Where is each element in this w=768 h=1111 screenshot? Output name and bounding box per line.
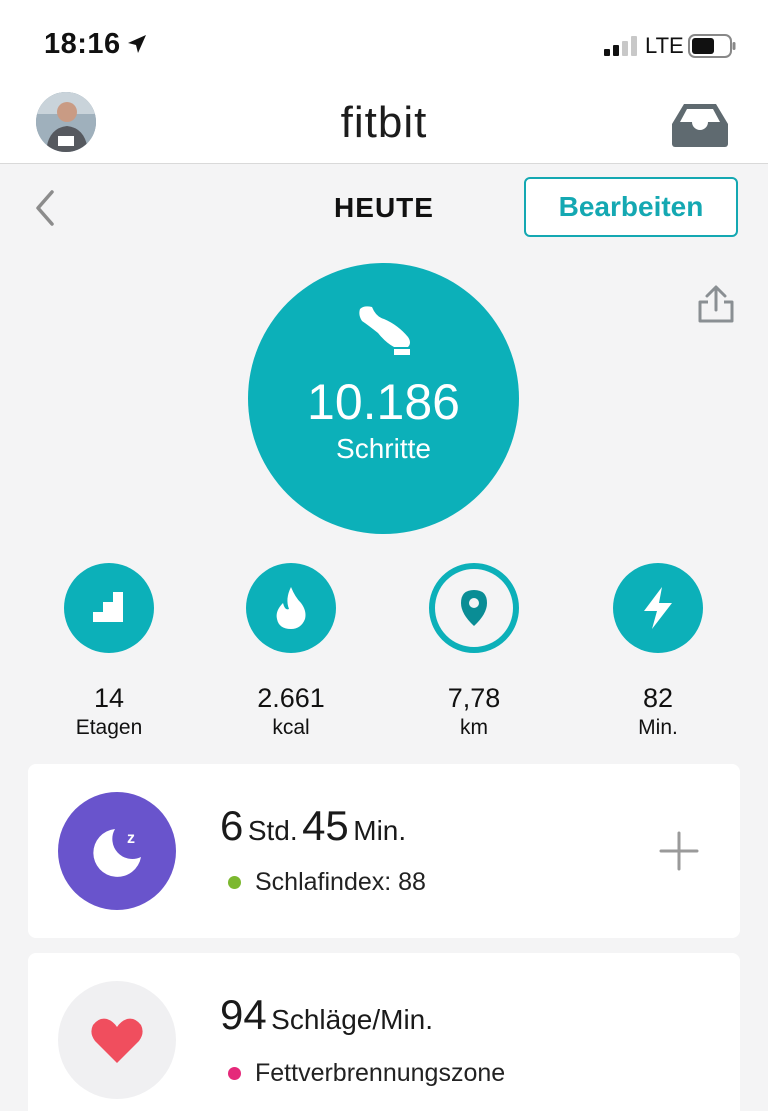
edit-button[interactable]: Bearbeiten [524, 177, 738, 237]
stat-label: Etagen [75, 716, 143, 739]
moon-icon: z [93, 829, 141, 877]
stat-calories-circle [246, 563, 336, 653]
sleep-hours-unit: Std. [247, 815, 298, 846]
status-time: 18:16 [44, 28, 121, 60]
steps-value: 10.186 [307, 374, 460, 430]
share-icon[interactable] [694, 284, 738, 324]
stat-value: 14 [93, 683, 125, 713]
heart-zone-dot [228, 1067, 241, 1080]
sleep-score-dot [228, 876, 241, 889]
stat-label: km [460, 716, 488, 739]
heart-zone-text: Fettverbrennungszone [255, 1059, 506, 1087]
stat-active-minutes[interactable]: 82 Min. [578, 563, 738, 740]
sleep-icon-circle: z [58, 792, 176, 910]
stat-label: kcal [272, 716, 310, 739]
sleep-card[interactable]: z 6 Std. 45 Min. Schlafindex: 88 [28, 764, 740, 938]
stat-distance-circle [429, 563, 519, 653]
status-bar: 18:16 LTE [0, 0, 768, 80]
heart-unit: Schläge/Min. [271, 1004, 434, 1035]
steps-tile[interactable]: 10.186 Schritte [248, 263, 519, 534]
shoe-icon [359, 306, 410, 355]
network-type: LTE [645, 33, 684, 58]
heart-rate: 94 Schläge/Min. [220, 991, 433, 1039]
lightning-icon [644, 587, 672, 629]
flame-icon [276, 587, 306, 629]
steps-label: Schritte [336, 433, 431, 464]
stat-value: 82 [642, 683, 674, 713]
stat-label: Min. [638, 716, 678, 739]
heart-rate-card[interactable]: 94 Schläge/Min. Fettverbrennungszone [28, 953, 740, 1111]
heart-zone: Fettverbrennungszone [228, 1059, 505, 1088]
sleep-minutes: 45 [302, 802, 349, 849]
stat-value: 7,78 [447, 683, 501, 713]
heart-bpm: 94 [220, 991, 267, 1038]
stat-value: 2.661 [257, 683, 325, 713]
stat-calories[interactable]: 2.661 kcal [211, 563, 371, 740]
sleep-duration: 6 Std. 45 Min. [220, 802, 406, 850]
location-arrow-icon [128, 35, 146, 53]
battery-icon [688, 34, 736, 58]
stat-active-minutes-circle [613, 563, 703, 653]
sleep-hours: 6 [220, 802, 244, 849]
svg-text:z: z [127, 830, 135, 847]
stat-distance[interactable]: 7,78 km [394, 563, 554, 740]
app-logo: fitbit [340, 98, 428, 147]
sleep-score: Schlafindex: 88 [228, 868, 426, 897]
signal-icon [604, 36, 637, 56]
heart-icon [91, 1018, 143, 1063]
sleep-score-text: Schlafindex: 88 [255, 868, 426, 896]
stat-floors[interactable]: 14 Etagen [29, 563, 189, 740]
sleep-minutes-unit: Min. [353, 815, 407, 846]
stat-floors-circle [64, 563, 154, 653]
heart-icon-circle [58, 981, 176, 1099]
inbox-icon[interactable] [670, 102, 730, 148]
app-header: fitbit [0, 80, 768, 164]
location-pin-icon [461, 590, 487, 626]
add-sleep-icon[interactable] [658, 830, 700, 872]
stairs-icon [93, 592, 123, 622]
